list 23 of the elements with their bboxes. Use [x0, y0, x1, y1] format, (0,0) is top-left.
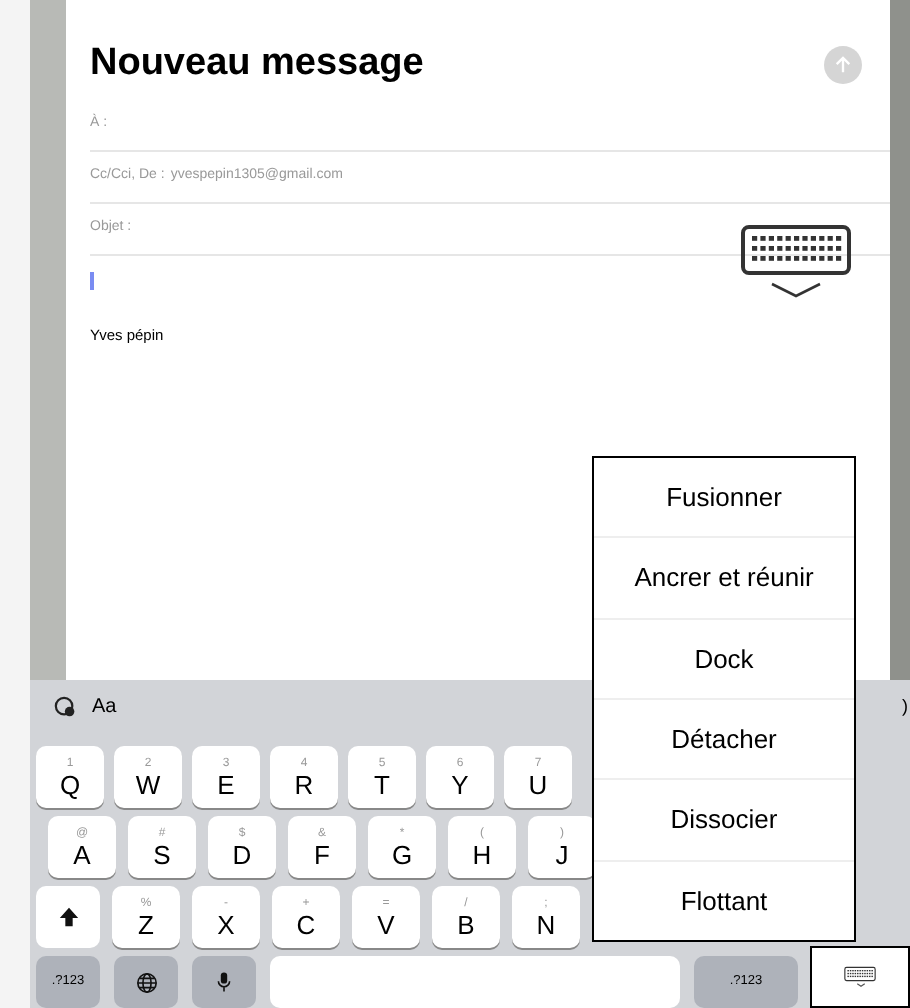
menu-item[interactable]: Dock [594, 619, 854, 700]
keyboard-dismiss-key[interactable] [810, 946, 910, 1008]
chevron-down-icon [770, 282, 822, 298]
window-title: Nouveau message [90, 40, 424, 88]
menu-item[interactable]: Fusionner [594, 458, 854, 539]
suggestion-text[interactable]: ) [902, 693, 908, 721]
menu-item[interactable]: Dissocier [594, 780, 854, 862]
text-cursor [90, 271, 93, 289]
emoji-search-icon [54, 696, 76, 718]
keyboard-icon [844, 966, 876, 982]
arrow-up-icon [834, 55, 852, 74]
globe-icon [135, 971, 157, 993]
globe-key[interactable] [114, 956, 178, 1008]
menu-item[interactable]: Ancrer et réunir [594, 538, 854, 620]
microphone-icon [216, 970, 232, 994]
keyboard-icon [740, 224, 852, 276]
shift-icon [57, 906, 79, 928]
menu-item[interactable]: Détacher [594, 699, 854, 781]
chevron-down-icon [855, 982, 865, 988]
shift-key[interactable] [36, 886, 100, 948]
menu-item[interactable]: Flottant [594, 861, 854, 940]
microphone-key[interactable] [192, 956, 256, 1008]
suggestion-text[interactable]: Aa [92, 692, 117, 722]
